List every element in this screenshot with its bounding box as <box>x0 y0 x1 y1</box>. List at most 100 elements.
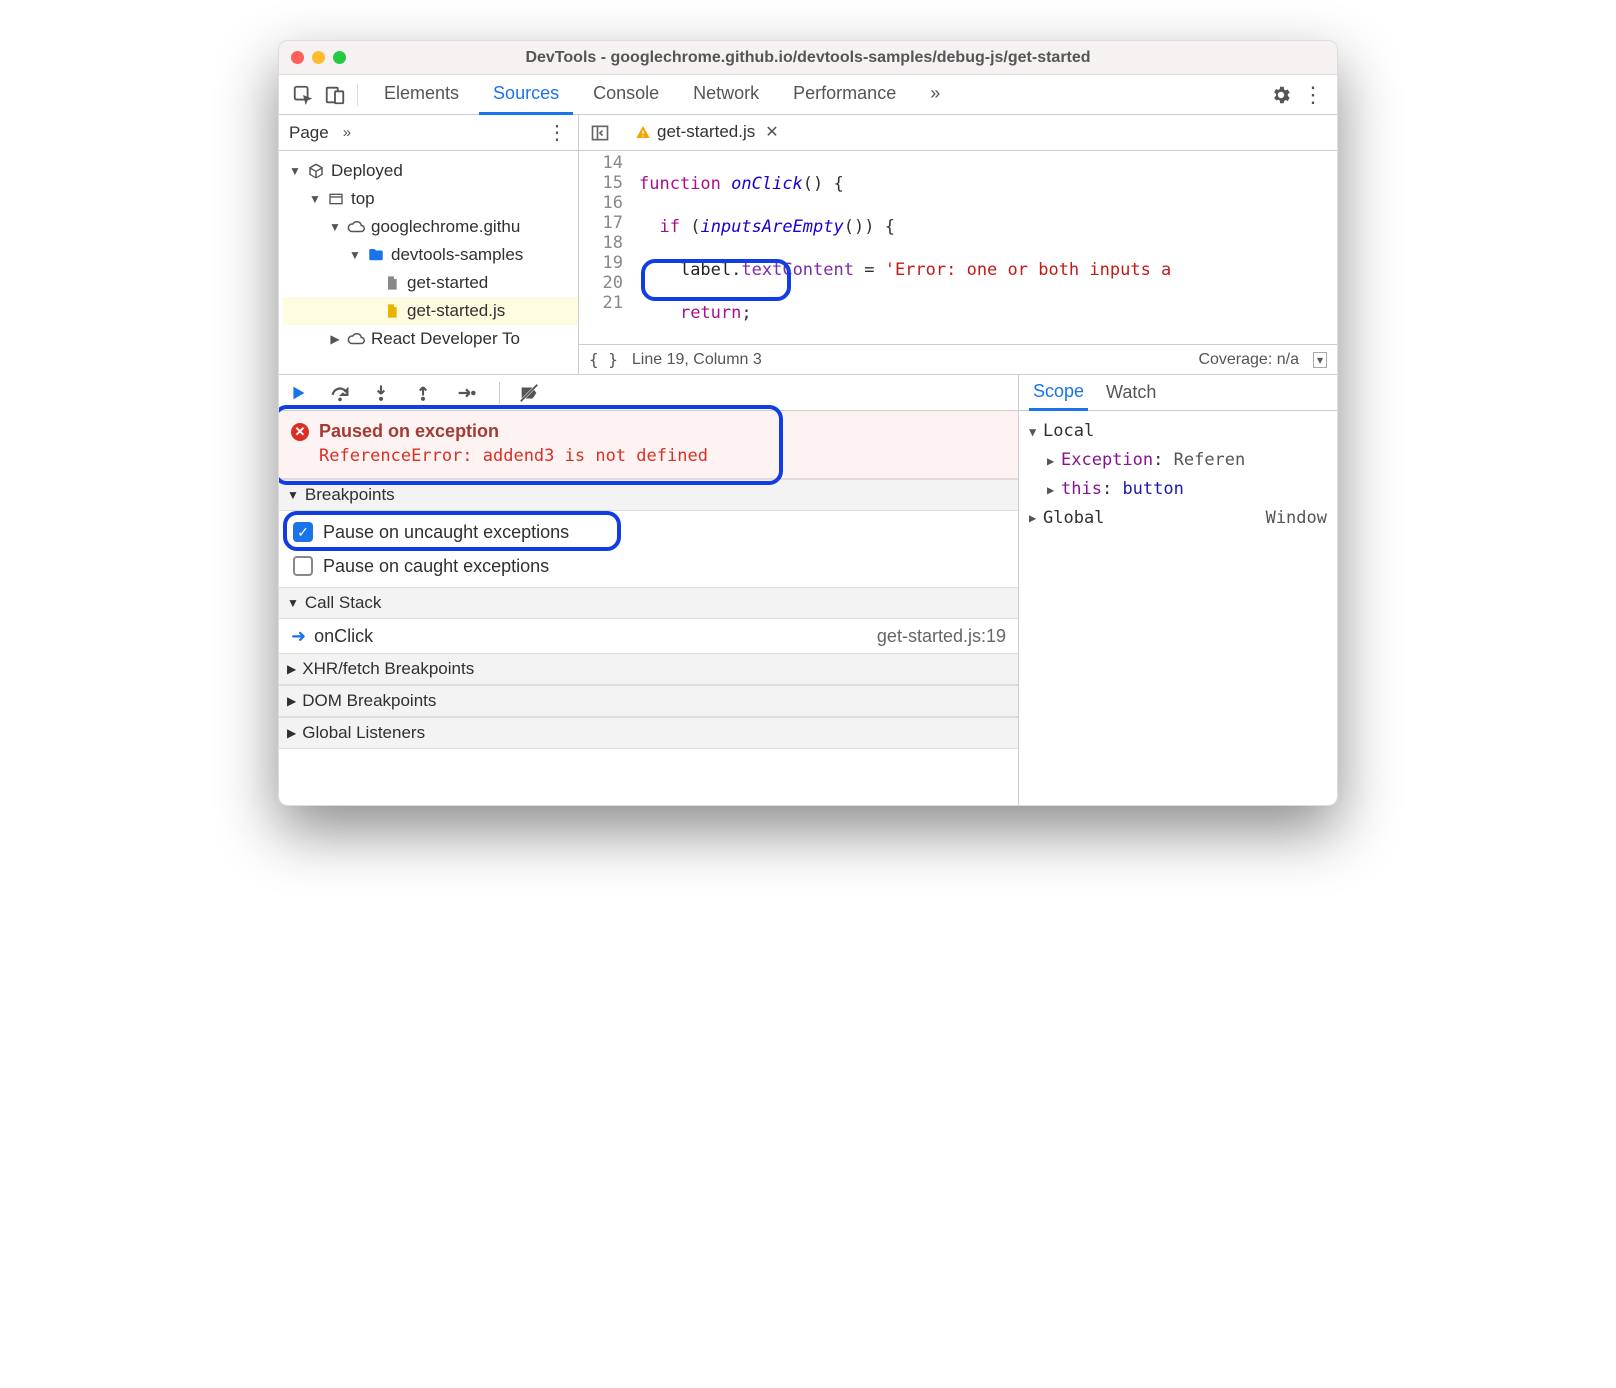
cursor-position: Line 19, Column 3 <box>632 351 762 369</box>
cloud-icon <box>347 330 365 348</box>
tree-origin[interactable]: ▼ googlechrome.githu <box>283 213 578 241</box>
scope-exception[interactable]: ▶Exception: Referen <box>1029 446 1327 475</box>
scope-this[interactable]: ▶this: button <box>1029 475 1327 504</box>
navigator-tabs: Page » ⋮ <box>279 115 578 151</box>
tree-label: top <box>351 185 375 213</box>
tree-file-html[interactable]: get-started <box>283 269 578 297</box>
separator <box>499 382 500 404</box>
tree-label: devtools-samples <box>391 241 523 269</box>
file-tree: ▼ Deployed ▼ top ▼ googlechro <box>279 151 578 353</box>
disclosure-triangle-icon[interactable]: ▼ <box>287 488 299 502</box>
frame-function: onClick <box>314 626 373 647</box>
scope-global[interactable]: ▶GlobalWindow <box>1029 504 1327 532</box>
tabs-overflow[interactable]: » <box>916 75 954 115</box>
checkbox-checked-icon[interactable]: ✓ <box>293 522 313 542</box>
tree-react[interactable]: ▶ React Developer To <box>283 325 578 353</box>
tree-deployed[interactable]: ▼ Deployed <box>283 157 578 185</box>
section-dom-breakpoints[interactable]: ▶ DOM Breakpoints <box>279 685 1018 717</box>
tree-label: googlechrome.githu <box>371 213 520 241</box>
tab-network[interactable]: Network <box>679 75 773 115</box>
folder-icon <box>367 246 385 264</box>
titlebar: DevTools - googlechrome.github.io/devtoo… <box>279 41 1337 75</box>
device-toolbar-icon[interactable] <box>319 79 351 111</box>
tree-file-js[interactable]: get-started.js <box>283 297 578 325</box>
tab-watch[interactable]: Watch <box>1102 376 1160 409</box>
tab-console[interactable]: Console <box>579 75 673 115</box>
zoom-window-button[interactable] <box>333 51 346 64</box>
debugger-pane: ✕ Paused on exception ReferenceError: ad… <box>279 375 1019 805</box>
warning-triangle-icon <box>635 124 651 140</box>
section-label: Global Listeners <box>302 723 425 743</box>
tab-elements[interactable]: Elements <box>370 75 473 115</box>
navigator-tabs-overflow[interactable]: » <box>343 124 351 141</box>
section-breakpoints[interactable]: ▼ Breakpoints <box>279 479 1018 511</box>
pretty-print-icon[interactable]: { } <box>589 350 618 369</box>
pause-uncaught-row[interactable]: ✓ Pause on uncaught exceptions <box>279 515 1018 549</box>
section-xhr-breakpoints[interactable]: ▶ XHR/fetch Breakpoints <box>279 653 1018 685</box>
step-icon[interactable] <box>455 382 481 404</box>
minimize-window-button[interactable] <box>312 51 325 64</box>
debugger-toolbar <box>279 375 1018 411</box>
show-navigator-icon[interactable] <box>585 121 615 145</box>
disclosure-triangle-icon[interactable]: ▼ <box>349 241 361 269</box>
deactivate-breakpoints-icon[interactable] <box>518 382 544 404</box>
error-circle-icon: ✕ <box>291 423 309 441</box>
navigator-menu-icon[interactable]: ⋮ <box>547 120 568 145</box>
resume-button-icon[interactable] <box>287 382 313 404</box>
step-out-icon[interactable] <box>413 382 439 404</box>
section-global-listeners[interactable]: ▶ Global Listeners <box>279 717 1018 749</box>
scope-tree: ▼Local ▶Exception: Referen ▶this: button… <box>1019 411 1337 538</box>
disclosure-triangle-icon[interactable]: ▼ <box>287 596 299 610</box>
coverage-label: Coverage: n/a <box>1198 351 1299 369</box>
disclosure-triangle-icon[interactable]: ▶ <box>329 325 341 353</box>
scope-local[interactable]: ▼Local <box>1029 417 1327 446</box>
scope-pane: Scope Watch ▼Local ▶Exception: Referen ▶… <box>1019 375 1337 805</box>
disclosure-triangle-icon[interactable]: ▶ <box>287 694 296 708</box>
section-label: Call Stack <box>305 593 382 613</box>
disclosure-triangle-icon[interactable]: ▼ <box>309 185 321 213</box>
tree-folder[interactable]: ▼ devtools-samples <box>283 241 578 269</box>
pause-caught-row[interactable]: Pause on caught exceptions <box>279 549 1018 583</box>
devtools-window: DevTools - googlechrome.github.io/devtoo… <box>278 40 1338 806</box>
line-gutter: 14 15 16 17 18 19 20 21 <box>579 151 633 344</box>
editor-pane: get-started.js ✕ 14 15 16 17 18 19 20 21 <box>579 115 1337 374</box>
kebab-menu-icon[interactable]: ⋮ <box>1297 79 1329 111</box>
window-title: DevTools - googlechrome.github.io/devtoo… <box>279 49 1337 67</box>
close-window-button[interactable] <box>291 51 304 64</box>
tab-scope[interactable]: Scope <box>1029 375 1088 411</box>
tree-top[interactable]: ▼ top <box>283 185 578 213</box>
section-label: DOM Breakpoints <box>302 691 436 711</box>
code-editor[interactable]: 14 15 16 17 18 19 20 21 function onClick… <box>579 151 1337 344</box>
disclosure-triangle-icon[interactable]: ▼ <box>329 213 341 241</box>
checkbox-unchecked-icon[interactable] <box>293 556 313 576</box>
file-tab[interactable]: get-started.js ✕ <box>625 115 789 150</box>
disclosure-triangle-icon[interactable]: ▶ <box>287 726 296 740</box>
step-into-icon[interactable] <box>371 382 397 404</box>
step-over-icon[interactable] <box>329 382 355 404</box>
script-icon <box>383 302 401 320</box>
deployed-cube-icon <box>307 162 325 180</box>
section-callstack[interactable]: ▼ Call Stack <box>279 587 1018 619</box>
tree-label: Deployed <box>331 157 403 185</box>
callstack-frame[interactable]: ➜ onClick get-started.js:19 <box>279 619 1018 653</box>
separator <box>357 84 358 106</box>
frame-location[interactable]: get-started.js:19 <box>877 626 1006 647</box>
disclosure-triangle-icon[interactable]: ▼ <box>289 157 301 185</box>
inspect-element-icon[interactable] <box>287 79 319 111</box>
section-label: XHR/fetch Breakpoints <box>302 659 474 679</box>
settings-gear-icon[interactable] <box>1265 79 1297 111</box>
document-icon <box>383 274 401 292</box>
close-tab-icon[interactable]: ✕ <box>765 122 778 142</box>
navigator-tab-page[interactable]: Page <box>289 123 329 143</box>
frame-icon <box>327 190 345 208</box>
disclosure-triangle-icon[interactable]: ▶ <box>287 662 296 676</box>
editor-tabs: get-started.js ✕ <box>579 115 1337 151</box>
cloud-icon <box>347 218 365 236</box>
tab-performance[interactable]: Performance <box>779 75 910 115</box>
navigator-pane: Page » ⋮ ▼ Deployed ▼ top <box>279 115 579 374</box>
main-tabstrip: Elements Sources Console Network Perform… <box>279 75 1337 115</box>
tab-sources[interactable]: Sources <box>479 75 573 115</box>
code-lines[interactable]: function onClick() { if (inputsAreEmpty(… <box>633 151 1337 344</box>
current-frame-icon: ➜ <box>291 626 306 647</box>
coverage-dropdown-icon[interactable]: ▾ <box>1313 352 1327 368</box>
